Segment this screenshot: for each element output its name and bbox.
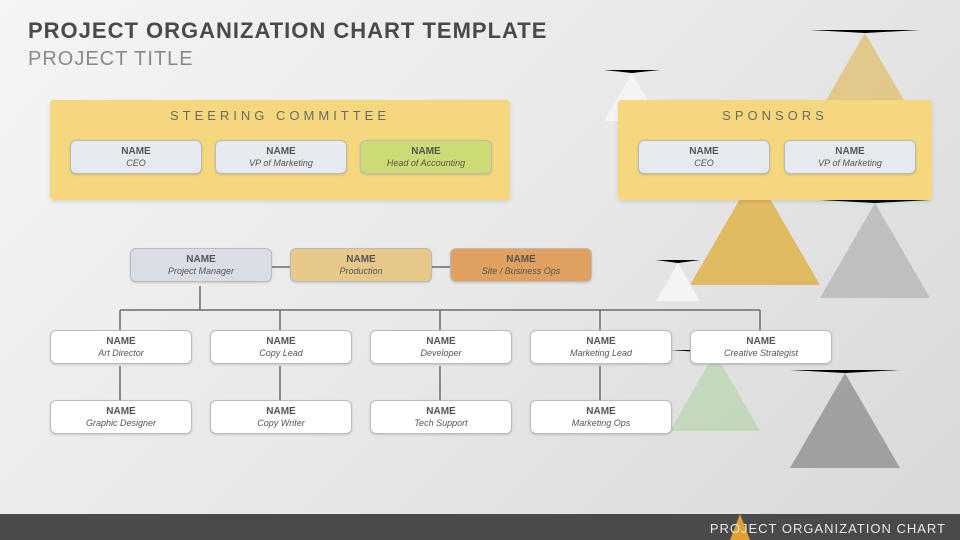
chip-role: VP of Marketing — [216, 158, 346, 168]
chip-role: Graphic Designer — [51, 418, 191, 428]
chip-role: Head of Accounting — [361, 158, 491, 168]
chip-role: Creative Strategist — [691, 348, 831, 358]
chip-name: NAME — [361, 146, 491, 157]
chip-name: NAME — [371, 406, 511, 417]
chip-role: Copy Writer — [211, 418, 351, 428]
chip-name: NAME — [785, 146, 915, 157]
chip-role: Marketing Lead — [531, 348, 671, 358]
node-creative-strategist: NAME Creative Strategist — [690, 330, 832, 364]
chip-name: NAME — [639, 146, 769, 157]
chip-name: NAME — [531, 336, 671, 347]
sponsor-ceo: NAME CEO — [638, 140, 770, 174]
sponsor-vp: NAME VP of Marketing — [784, 140, 916, 174]
chip-role: Tech Support — [371, 418, 511, 428]
steering-title: STEERING COMMITTEE — [50, 100, 510, 123]
footer-bar: PROJECT ORGANIZATION CHART — [0, 514, 960, 540]
node-copy-writer: NAME Copy Writer — [210, 400, 352, 434]
node-graphic-designer: NAME Graphic Designer — [50, 400, 192, 434]
node-project-manager: NAME Project Manager — [130, 248, 272, 282]
header: PROJECT ORGANIZATION CHART TEMPLATE PROJ… — [28, 18, 547, 71]
node-developer: NAME Developer — [370, 330, 512, 364]
node-production: NAME Production — [290, 248, 432, 282]
footer-text: PROJECT ORGANIZATION CHART — [710, 521, 946, 536]
chip-name: NAME — [51, 336, 191, 347]
chip-name: NAME — [691, 336, 831, 347]
chip-role: Developer — [371, 348, 511, 358]
chip-role: CEO — [71, 158, 201, 168]
chip-role: Copy Lead — [211, 348, 351, 358]
node-tech-support: NAME Tech Support — [370, 400, 512, 434]
chip-name: NAME — [51, 406, 191, 417]
chip-role: CEO — [639, 158, 769, 168]
steering-member-vp: NAME VP of Marketing — [215, 140, 347, 174]
chip-role: VP of Marketing — [785, 158, 915, 168]
chip-role: Project Manager — [131, 266, 271, 276]
chip-role: Marketing Ops — [531, 418, 671, 428]
chip-name: NAME — [71, 146, 201, 157]
chip-name: NAME — [131, 254, 271, 265]
chip-name: NAME — [371, 336, 511, 347]
node-marketing-ops: NAME Marketing Ops — [530, 400, 672, 434]
chip-name: NAME — [451, 254, 591, 265]
chip-role: Site / Business Ops — [451, 266, 591, 276]
chip-name: NAME — [216, 146, 346, 157]
chip-role: Production — [291, 266, 431, 276]
steering-member-accounting: NAME Head of Accounting — [360, 140, 492, 174]
chip-role: Art Director — [51, 348, 191, 358]
node-copy-lead: NAME Copy Lead — [210, 330, 352, 364]
node-art-director: NAME Art Director — [50, 330, 192, 364]
page-subtitle: PROJECT TITLE — [28, 48, 547, 71]
page-title: PROJECT ORGANIZATION CHART TEMPLATE — [28, 18, 547, 44]
sponsors-title: SPONSORS — [618, 100, 932, 123]
chip-name: NAME — [531, 406, 671, 417]
node-site-ops: NAME Site / Business Ops — [450, 248, 592, 282]
chip-name: NAME — [291, 254, 431, 265]
node-marketing-lead: NAME Marketing Lead — [530, 330, 672, 364]
steering-member-ceo: NAME CEO — [70, 140, 202, 174]
chip-name: NAME — [211, 406, 351, 417]
chip-name: NAME — [211, 336, 351, 347]
